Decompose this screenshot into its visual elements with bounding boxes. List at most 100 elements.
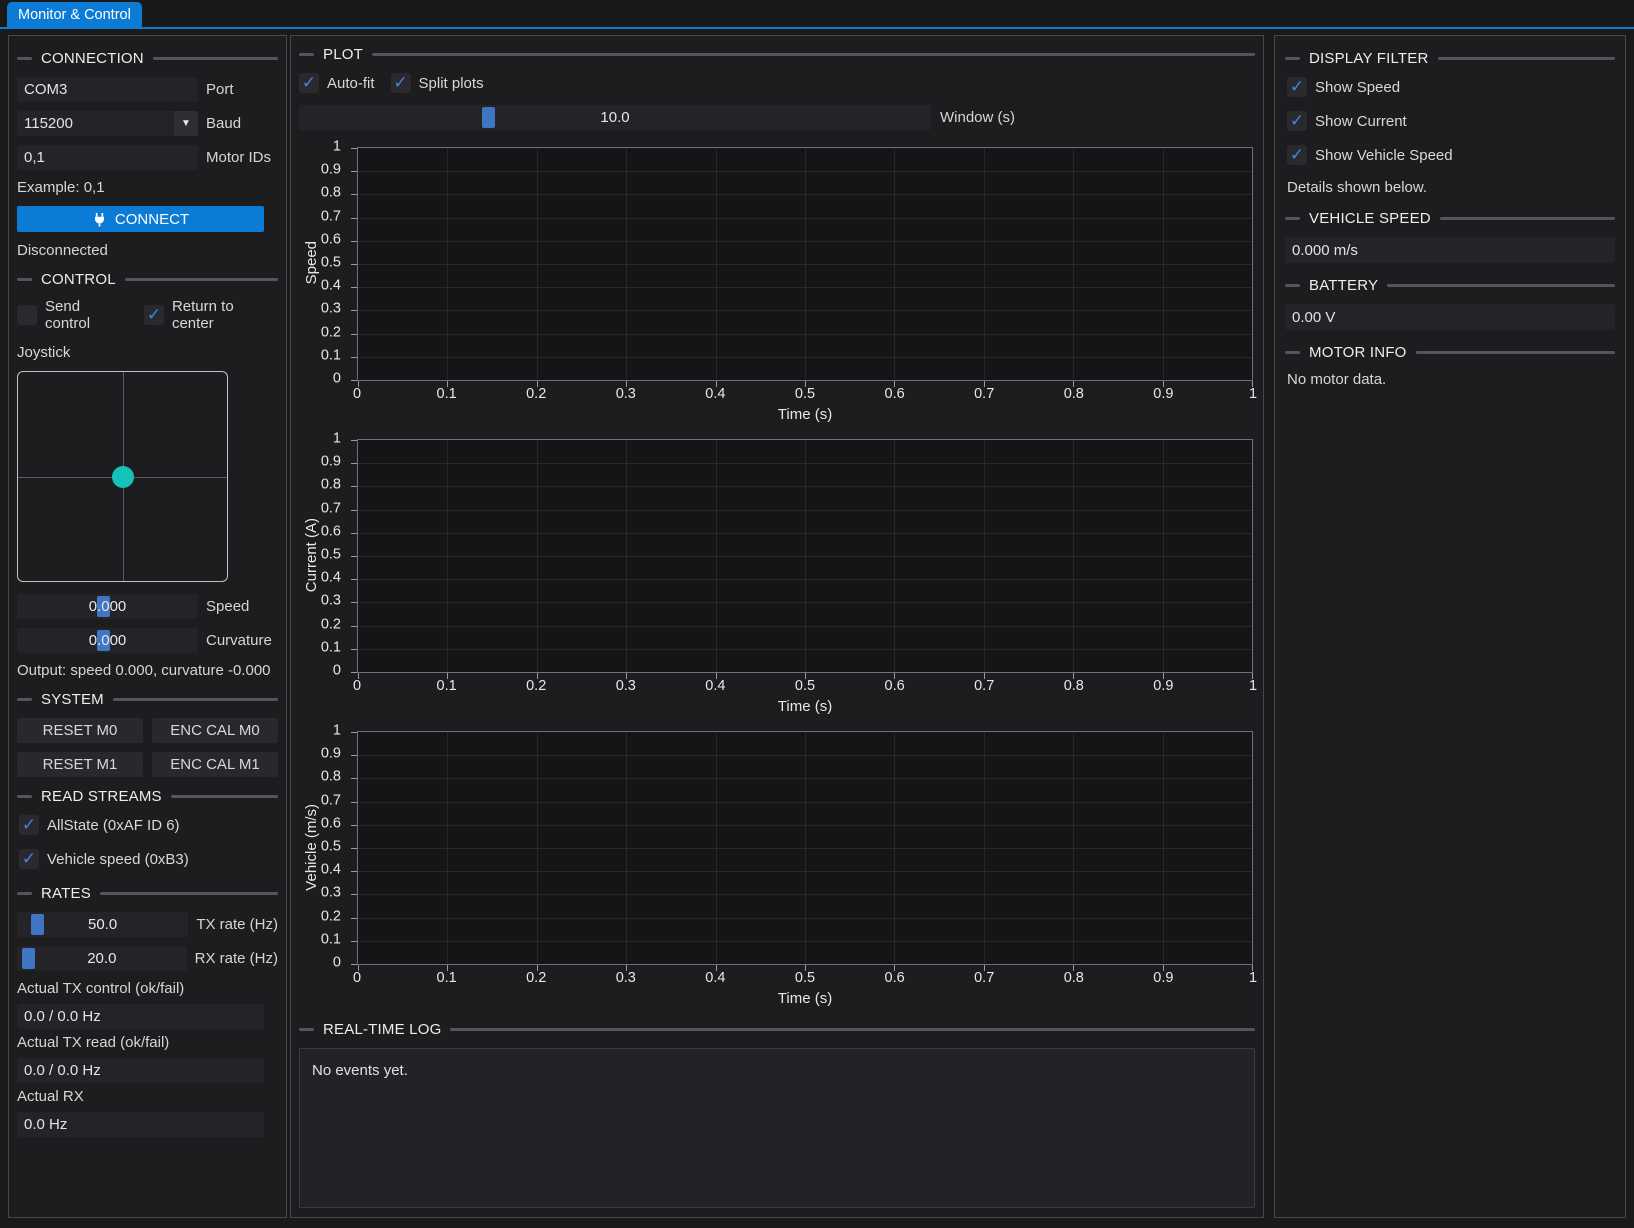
section-title-battery: BATTERY	[1309, 277, 1378, 294]
separator-line	[1416, 351, 1615, 354]
y-tick-label: 0.6	[321, 231, 341, 247]
checkbox-box	[299, 73, 319, 93]
y-tick-mark	[351, 825, 357, 826]
separator-dash	[17, 698, 32, 701]
x-tick-label: 0	[353, 970, 361, 986]
section-title-display-filter: DISPLAY FILTER	[1309, 50, 1429, 67]
y-tick-label: 0.5	[321, 547, 341, 563]
joystick-handle[interactable]	[112, 466, 134, 488]
y-tick-mark	[351, 964, 357, 965]
window-slider[interactable]: 10.0	[299, 105, 931, 130]
reset-m1-button[interactable]: RESET M1	[17, 752, 143, 777]
y-tick-label: 0.4	[321, 862, 341, 878]
send-control-label: Send control	[45, 298, 128, 332]
enc-cal-m1-button[interactable]: ENC CAL M1	[152, 752, 278, 777]
gridline	[358, 556, 1252, 557]
port-input[interactable]: COM3	[17, 77, 198, 102]
gridline	[358, 194, 1252, 195]
x-tick-label: 0.2	[526, 678, 546, 694]
plot-area[interactable]	[357, 147, 1253, 381]
speed-slider[interactable]: 0.000	[17, 594, 198, 619]
actual-tx-control-value: 0.0 / 0.0 Hz	[17, 1004, 264, 1029]
show-speed-checkbox[interactable]: Show Speed	[1287, 77, 1400, 97]
gridline	[358, 825, 1252, 826]
tx-rate-slider[interactable]: 50.0	[17, 912, 188, 937]
y-tick-mark	[351, 649, 357, 650]
auto-fit-checkbox[interactable]: Auto-fit	[299, 73, 375, 93]
show-vehicle-speed-checkbox[interactable]: Show Vehicle Speed	[1287, 145, 1453, 165]
y-tick-mark	[351, 941, 357, 942]
display-filter-panel: DISPLAY FILTER Show Speed Show Current S…	[1274, 35, 1626, 1218]
log-output[interactable]: No events yet.	[299, 1048, 1255, 1208]
auto-fit-label: Auto-fit	[327, 75, 375, 92]
x-tick-label: 0.8	[1064, 386, 1084, 402]
y-tick-label: 0.1	[321, 639, 341, 655]
y-tick-label: 0.8	[321, 185, 341, 201]
y-tick-label: 1	[333, 723, 341, 739]
gridline	[358, 802, 1252, 803]
vehicle-speed-stream-checkbox[interactable]: Vehicle speed (0xB3)	[19, 849, 189, 869]
x-tick-label: 0.9	[1153, 386, 1173, 402]
rx-rate-slider[interactable]: 20.0	[17, 946, 187, 971]
section-header-rates: RATES	[17, 883, 278, 903]
checkbox-box	[1287, 111, 1307, 131]
x-tick-label: 0.2	[526, 386, 546, 402]
allstate-checkbox[interactable]: AllState (0xAF ID 6)	[19, 815, 180, 835]
y-tick-mark	[351, 602, 357, 603]
log-empty-text: No events yet.	[312, 1062, 408, 1079]
section-header-battery: BATTERY	[1285, 275, 1615, 295]
joystick-pad[interactable]	[17, 371, 228, 582]
tab-bar: Monitor & Control	[0, 0, 1634, 29]
checkbox-box	[144, 305, 164, 325]
reset-m0-button[interactable]: RESET M0	[17, 718, 143, 743]
tab-monitor-control[interactable]: Monitor & Control	[7, 2, 142, 27]
gridline	[358, 463, 1252, 464]
actual-tx-control-label: Actual TX control (ok/fail)	[17, 980, 278, 997]
baud-row: 115200 ▼ Baud	[17, 111, 278, 136]
plot-area[interactable]	[357, 439, 1253, 673]
checkbox-box	[19, 849, 39, 869]
show-speed-row: Show Speed	[1287, 77, 1615, 97]
return-to-center-checkbox[interactable]: Return to center	[144, 298, 278, 332]
checkbox-box	[19, 815, 39, 835]
enc-cal-m0-button[interactable]: ENC CAL M0	[152, 718, 278, 743]
port-label: Port	[206, 81, 234, 98]
checkbox-box	[17, 305, 37, 325]
y-tick-mark	[351, 732, 357, 733]
separator-line	[113, 698, 278, 701]
baud-value: 115200	[24, 115, 73, 132]
section-title-vehicle-speed: VEHICLE SPEED	[1309, 210, 1431, 227]
y-tick-label: 0.6	[321, 523, 341, 539]
gridline	[358, 510, 1252, 511]
y-tick-label: 0.4	[321, 278, 341, 294]
section-title-log: REAL-TIME LOG	[323, 1021, 441, 1038]
baud-select[interactable]: 115200 ▼	[17, 111, 198, 136]
connect-button[interactable]: CONNECT	[17, 206, 264, 232]
y-tick-label: 0	[333, 371, 341, 387]
chevron-down-icon[interactable]: ▼	[174, 111, 198, 136]
rx-rate-label: RX rate (Hz)	[195, 950, 278, 967]
gridline	[358, 486, 1252, 487]
speed-slider-value: 0.000	[17, 594, 198, 619]
y-tick-label: 1	[333, 139, 341, 155]
y-tick-mark	[351, 264, 357, 265]
section-header-log: REAL-TIME LOG	[299, 1019, 1255, 1039]
y-tick-label: 0.3	[321, 593, 341, 609]
curvature-slider[interactable]: 0.000	[17, 628, 198, 653]
y-tick-mark	[351, 218, 357, 219]
y-tick-mark	[351, 533, 357, 534]
split-plots-checkbox[interactable]: Split plots	[391, 73, 484, 93]
section-header-vehicle-speed: VEHICLE SPEED	[1285, 208, 1615, 228]
section-header-control: CONTROL	[17, 269, 278, 289]
y-tick-label: 0.1	[321, 931, 341, 947]
y-tick-mark	[351, 357, 357, 358]
send-control-checkbox[interactable]: Send control	[17, 298, 128, 332]
y-tick-mark	[351, 334, 357, 335]
y-tick-label: 0.2	[321, 908, 341, 924]
y-tick-mark	[351, 626, 357, 627]
plot-area[interactable]	[357, 731, 1253, 965]
motor-ids-input[interactable]: 0,1	[17, 145, 198, 170]
x-tick-label: 0.1	[437, 970, 457, 986]
show-current-checkbox[interactable]: Show Current	[1287, 111, 1407, 131]
connection-status: Disconnected	[17, 242, 278, 259]
